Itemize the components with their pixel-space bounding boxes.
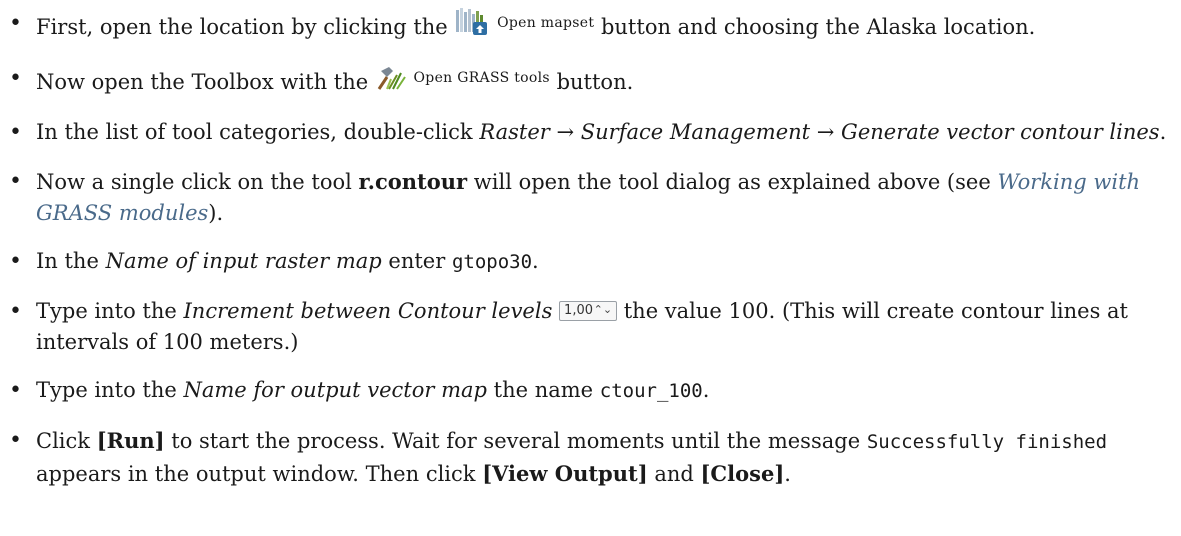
item-text: In the list of tool categories, double-c… [36, 120, 473, 144]
tool-name: r.contour [358, 168, 468, 194]
list-item: In the list of tool categories, double-c… [0, 117, 1181, 148]
item-text: to start the process. Wait for several m… [171, 428, 861, 453]
spinbox-value: 1,00 [564, 302, 593, 318]
item-text: . [532, 249, 539, 273]
item-text: Type into the [36, 378, 177, 402]
item-text: In the [36, 249, 99, 273]
spinbox-arrows-icon[interactable]: ⌃⌄ [594, 301, 612, 319]
close-button-ref: [Close] [700, 460, 785, 486]
item-text: the name [493, 378, 594, 402]
list-item: Type into the Name for output vector map… [0, 375, 1181, 407]
list-item: Now open the Toolbox with the Open GRASS… [0, 63, 1181, 100]
item-text: First, open the location by clicking the [36, 15, 448, 39]
menu-path: Raster → Surface Management → Generate v… [479, 120, 1160, 144]
item-text: ). [208, 200, 224, 225]
open-grass-tools-label: Open GRASS tools [413, 69, 550, 86]
code-value: Successfully finished [866, 430, 1108, 453]
instruction-list: First, open the location by clicking the… [0, 0, 1181, 490]
item-text: and [654, 461, 694, 486]
grass-tools-icon[interactable] [375, 63, 407, 100]
open-mapset-label: Open mapset [497, 15, 595, 31]
code-value: gtopo30 [451, 251, 533, 273]
list-item: Click [Run] to start the process. Wait f… [0, 425, 1181, 490]
list-item: Now a single click on the tool r.contour… [0, 166, 1181, 229]
item-text: Now a single click on the tool [36, 169, 352, 194]
item-text: appears in the output window. Then click [36, 461, 476, 486]
list-item: In the Name of input raster map enter gt… [0, 246, 1181, 278]
list-item: Type into the Increment between Contour … [0, 296, 1181, 358]
item-text: Now open the Toolbox with the [36, 69, 369, 94]
item-text: . [784, 461, 791, 486]
item-text: button. [556, 69, 634, 94]
item-text: button and choosing the Alaska location. [600, 15, 1036, 39]
view-output-button-ref: [View Output] [482, 460, 648, 486]
increment-spinbox[interactable]: 1,00 ⌃⌄ [559, 300, 618, 321]
field-name: Name of input raster map [105, 249, 382, 273]
item-text: Click [36, 428, 90, 453]
item-text: . [702, 378, 710, 402]
code-value: ctour_100 [599, 380, 703, 402]
field-name: Name for output vector map [183, 378, 487, 402]
item-text: will open the tool dialog as explained a… [473, 169, 991, 194]
field-name: Increment between Contour levels [183, 298, 553, 323]
run-button-ref: [Run] [96, 427, 165, 453]
open-mapset-icon[interactable] [454, 8, 490, 45]
item-text: . [1159, 120, 1167, 144]
item-text: enter [388, 249, 446, 273]
item-text: Type into the [36, 298, 177, 323]
list-item: First, open the location by clicking the… [0, 8, 1181, 45]
